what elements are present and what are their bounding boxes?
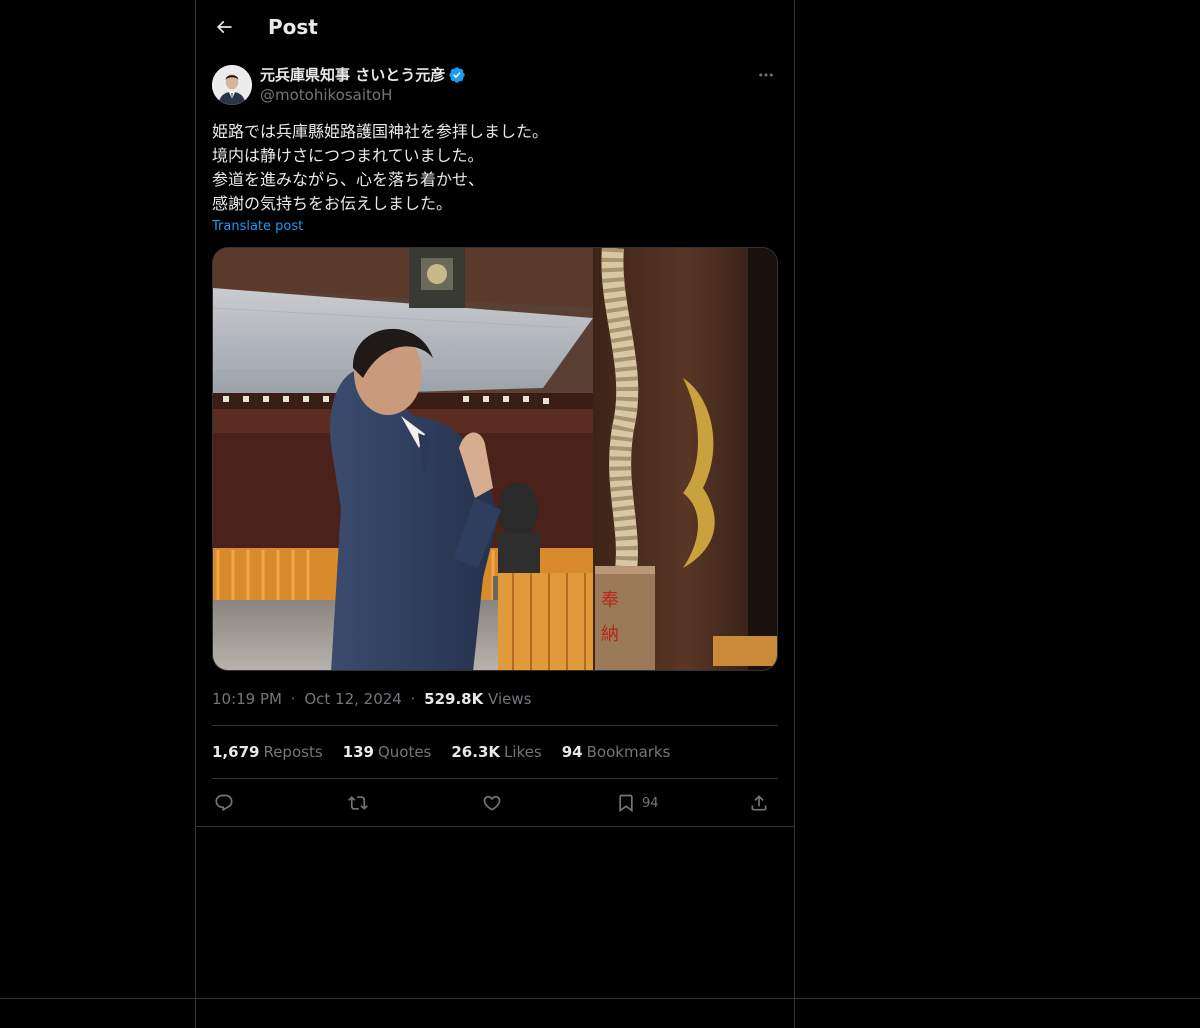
- bookmark-button[interactable]: 94: [616, 788, 659, 818]
- reposts-stat[interactable]: 1,679 Reposts: [212, 742, 323, 762]
- stamp-char: 奉: [601, 590, 619, 611]
- reposts-label: Reposts: [263, 743, 323, 761]
- translate-post-link[interactable]: Translate post: [212, 218, 303, 236]
- bookmark-count: 94: [642, 795, 659, 811]
- back-arrow-icon: [216, 20, 232, 34]
- reply-icon: [215, 794, 233, 812]
- page-bottom-divider: [0, 998, 1200, 999]
- more-button[interactable]: [754, 63, 778, 87]
- page: Post 元兵庫県知事 さいとう元彦 @motohikosaitoH 姫路では兵…: [0, 0, 1200, 1028]
- like-icon: [483, 795, 501, 811]
- repost-icon: [348, 796, 368, 810]
- author-name-text: 元兵庫県知事 さいとう元彦: [260, 66, 446, 84]
- share-button[interactable]: [749, 788, 769, 818]
- views-count: 529.8K: [424, 690, 484, 708]
- post-date[interactable]: Oct 12, 2024: [304, 690, 402, 708]
- divider: [212, 725, 778, 726]
- likes-count: 26.3K: [451, 743, 501, 761]
- post-line: 感謝の気持ちをお伝えしました。: [212, 194, 453, 213]
- post-photo[interactable]: 奉 納: [212, 247, 778, 671]
- reposts-count: 1,679: [212, 743, 260, 761]
- reply-button[interactable]: [214, 788, 234, 818]
- stamp-char: 納: [601, 624, 619, 645]
- author-row: 元兵庫県知事 さいとう元彦 @motohikosaitoH: [212, 65, 778, 107]
- bookmarks-label: Bookmarks: [586, 743, 671, 761]
- offering-stamp: 奉 納: [597, 584, 623, 652]
- views-label: Views: [488, 690, 532, 708]
- author-handle[interactable]: @motohikosaitoH: [260, 85, 392, 105]
- post-line: 姫路では兵庫縣姫路護国神社を参拝しました。: [212, 122, 549, 141]
- post-time[interactable]: 10:19 PM: [212, 690, 282, 708]
- post-line: 境内は静けさにつつまれていました。: [212, 146, 484, 165]
- back-button[interactable]: [206, 9, 242, 45]
- likes-label: Likes: [504, 743, 542, 761]
- meta-separator: ·: [290, 690, 296, 708]
- post-bottom-divider: [196, 826, 794, 827]
- share-icon: [751, 795, 767, 811]
- author-name[interactable]: 元兵庫県知事 さいとう元彦: [260, 65, 466, 85]
- post-line: 参道を進みながら、心を落ち着かせ、: [212, 170, 485, 189]
- meta-separator: ·: [410, 690, 416, 708]
- quotes-stat[interactable]: 139 Quotes: [343, 742, 432, 762]
- action-bar: 94: [212, 788, 778, 818]
- quotes-label: Quotes: [377, 743, 432, 761]
- divider: [212, 778, 778, 779]
- likes-stat[interactable]: 26.3K Likes: [451, 742, 541, 762]
- like-button[interactable]: [482, 788, 502, 818]
- repost-button[interactable]: [348, 788, 368, 818]
- avatar-image: [212, 65, 252, 105]
- page-title: Post: [268, 15, 318, 39]
- shrine-photo: [213, 248, 777, 670]
- more-icon: [759, 73, 773, 77]
- main-column: Post 元兵庫県知事 さいとう元彦 @motohikosaitoH 姫路では兵…: [195, 0, 795, 1028]
- post-meta: 10:19 PM · Oct 12, 2024 · 529.8K Views: [212, 689, 531, 709]
- bookmarks-stat[interactable]: 94 Bookmarks: [562, 742, 671, 762]
- post-text: 姫路では兵庫縣姫路護国神社を参拝しました。 境内は静けさにつつまれていました。 …: [212, 120, 778, 216]
- avatar[interactable]: [212, 65, 252, 105]
- verified-badge-icon: [449, 67, 465, 83]
- bookmarks-count: 94: [561, 743, 583, 761]
- quotes-count: 139: [342, 743, 374, 761]
- engagement-stats: 1,679 Reposts 139 Quotes 26.3K Likes 94 Book…: [212, 742, 670, 762]
- bookmark-icon: [619, 794, 633, 813]
- header: Post: [196, 0, 794, 54]
